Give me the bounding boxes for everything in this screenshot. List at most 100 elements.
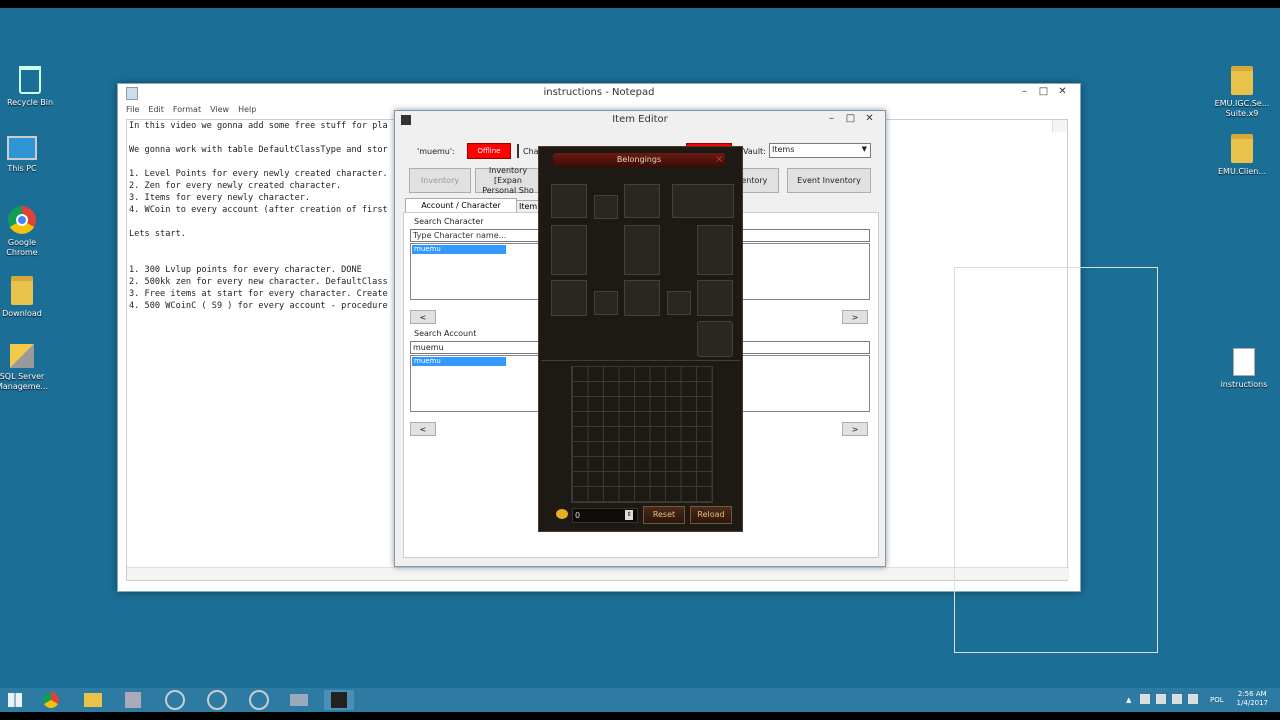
minimize-button[interactable]: – xyxy=(822,111,841,129)
wifi-icon[interactable] xyxy=(1172,694,1182,704)
close-button[interactable]: ✕ xyxy=(1053,84,1072,102)
game-icon xyxy=(331,692,347,708)
list-item[interactable]: muemu xyxy=(412,357,506,366)
vault-select-value: Items xyxy=(772,145,795,154)
network-icon[interactable] xyxy=(1140,694,1150,704)
tab-account-character-selector[interactable]: Account / Character Selector xyxy=(405,198,517,224)
divider xyxy=(541,360,740,361)
chrome-icon xyxy=(43,692,59,708)
taskbar-chrome[interactable] xyxy=(36,690,66,710)
tool-icon xyxy=(125,692,141,708)
zen-stepper[interactable]: ⇕ xyxy=(625,510,633,520)
character-prev-button[interactable]: < xyxy=(410,310,436,324)
character-label: Cha xyxy=(523,147,539,156)
taskbar: ▲ POL 2:56 AM 1/4/2017 xyxy=(0,688,1280,712)
slot-pants[interactable] xyxy=(624,280,660,316)
instructions-label: instructions xyxy=(1220,380,1268,389)
taskbar-gs[interactable] xyxy=(244,690,274,710)
taskbar-game[interactable] xyxy=(324,690,354,710)
slot-gloves[interactable] xyxy=(551,280,587,316)
emu-igc-suite-label: EMU.IGC.Se... Suite.x9 xyxy=(1214,99,1270,118)
emu-client-label: EMU.Clien... xyxy=(1217,167,1266,176)
sql-server-icon xyxy=(10,344,34,368)
notepad-titlebar[interactable]: instructions - Notepad – □ ✕ xyxy=(118,84,1080,102)
maximize-button[interactable]: □ xyxy=(841,111,860,129)
cs-icon xyxy=(165,690,185,710)
vault-select[interactable]: Items ▼ xyxy=(769,143,871,158)
slot-helmet[interactable] xyxy=(624,184,660,218)
reset-button[interactable]: Reset xyxy=(643,506,685,524)
folder-icon xyxy=(11,276,33,305)
vertical-scrollbar[interactable] xyxy=(1052,120,1067,132)
item-editor-titlebar[interactable]: Item Editor – □ ✕ xyxy=(395,111,885,129)
gs-icon xyxy=(249,690,269,710)
inventory-expanded-button[interactable]: Inventory [Expan Personal Sho xyxy=(475,166,541,195)
emu-igc-suite-shortcut[interactable]: EMU.IGC.Se... Suite.x9 xyxy=(1212,66,1272,119)
close-icon[interactable]: × xyxy=(715,154,723,165)
search-character-label: Search Character xyxy=(414,217,484,226)
slot-boots[interactable] xyxy=(697,280,733,316)
folder-icon xyxy=(1231,134,1253,163)
chrome-shortcut[interactable]: Google Chrome xyxy=(0,206,52,258)
chrome-label: Google Chrome xyxy=(6,238,38,257)
search-account-label: Search Account xyxy=(414,329,477,338)
belongings-title-bar[interactable]: Belongings xyxy=(553,153,725,167)
folder-icon xyxy=(1231,66,1253,95)
reload-button[interactable]: Reload xyxy=(690,506,732,524)
taskbar-cs[interactable] xyxy=(160,690,190,710)
taskbar-tool[interactable] xyxy=(118,690,148,710)
account-next-button[interactable]: > xyxy=(842,422,868,436)
horizontal-scrollbar[interactable] xyxy=(127,567,1069,580)
slot-weapon-right[interactable] xyxy=(697,225,733,275)
list-item[interactable]: muemu xyxy=(412,245,506,254)
selection-rectangle xyxy=(954,267,1158,653)
slot-pentagram[interactable] xyxy=(697,321,733,357)
close-button[interactable]: ✕ xyxy=(860,111,879,129)
sql-server-shortcut[interactable]: SQL Server Manageme... xyxy=(0,344,52,392)
inventory-grid[interactable] xyxy=(571,366,713,503)
slot-weapon-left[interactable] xyxy=(551,225,587,275)
instructions-shortcut[interactable]: instructions xyxy=(1214,348,1274,390)
menu-help[interactable]: Help xyxy=(238,102,256,118)
download-shortcut[interactable]: Download xyxy=(0,276,52,319)
start-button[interactable] xyxy=(0,690,30,710)
slot-armor[interactable] xyxy=(624,225,660,275)
ds-icon xyxy=(207,690,227,710)
this-pc-shortcut[interactable]: This PC xyxy=(0,136,52,174)
divider xyxy=(517,144,519,158)
notepad-title: instructions - Notepad xyxy=(543,87,655,98)
taskbar-file-explorer[interactable] xyxy=(78,690,108,710)
volume-icon[interactable] xyxy=(1188,694,1198,704)
slot-ring-left[interactable] xyxy=(594,291,618,315)
slot-pendant[interactable] xyxy=(594,195,618,219)
taskbar-ds[interactable] xyxy=(202,690,232,710)
file-explorer-icon xyxy=(84,693,102,707)
chrome-icon xyxy=(8,206,36,234)
menu-format[interactable]: Format xyxy=(173,102,201,118)
character-next-button[interactable]: > xyxy=(842,310,868,324)
taskbar-editor[interactable] xyxy=(284,690,314,710)
account-prev-button[interactable]: < xyxy=(410,422,436,436)
start-icon xyxy=(8,693,22,707)
menu-file[interactable]: File xyxy=(126,102,139,118)
maximize-button[interactable]: □ xyxy=(1034,84,1053,102)
character-name-label: 'muemu': xyxy=(417,147,455,156)
action-center-icon[interactable] xyxy=(1156,694,1166,704)
download-label: Download xyxy=(2,309,42,318)
menu-edit[interactable]: Edit xyxy=(148,102,164,118)
menu-view[interactable]: View xyxy=(210,102,229,118)
emu-client-shortcut[interactable]: EMU.Clien... xyxy=(1212,134,1272,177)
slot-wings[interactable] xyxy=(672,184,734,218)
recycle-bin-shortcut[interactable]: Recycle Bin xyxy=(0,66,60,108)
slot-helper[interactable] xyxy=(551,184,587,218)
event-inventory-button[interactable]: Event Inventory xyxy=(787,168,871,193)
minimize-button[interactable]: – xyxy=(1015,84,1034,102)
text-document-icon xyxy=(1233,348,1255,376)
show-hidden-icons-icon[interactable]: ▲ xyxy=(1126,696,1131,704)
input-language[interactable]: POL xyxy=(1210,696,1224,704)
belongings-title: Belongings xyxy=(616,155,662,164)
slot-ring-right[interactable] xyxy=(667,291,691,315)
inventory-button[interactable]: Inventory xyxy=(409,168,471,193)
clock[interactable]: 2:56 AM 1/4/2017 xyxy=(1237,690,1268,708)
zen-coin-icon xyxy=(556,509,568,519)
